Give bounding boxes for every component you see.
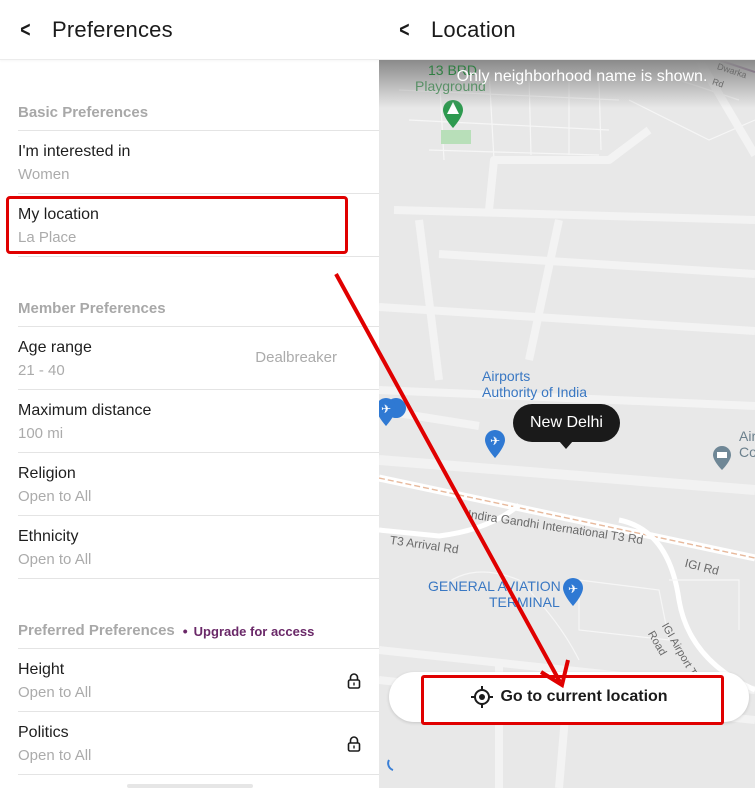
crosshair-icon <box>471 686 494 708</box>
row-value: Open to All <box>18 684 92 701</box>
pref-row-religion[interactable]: Religion Open to All <box>18 453 379 516</box>
svg-text:✈: ✈ <box>490 434 500 448</box>
row-label: Religion <box>18 465 76 482</box>
row-value: Women <box>18 166 70 183</box>
scroll-indicator[interactable] <box>127 784 253 788</box>
pref-row-height[interactable]: Height Open to All <box>18 649 379 712</box>
preferences-header: < Preferences <box>0 0 379 60</box>
row-value: Open to All <box>18 747 92 764</box>
map-label-gat-2: TERMINAL <box>489 594 560 610</box>
section-header-member: Member Preferences <box>18 257 379 327</box>
page-title: Location <box>431 16 516 42</box>
pref-row-max-distance[interactable]: Maximum distance 100 mi <box>18 390 379 453</box>
row-label: Maximum distance <box>18 402 152 419</box>
row-label: I'm interested in <box>18 143 131 160</box>
row-label: Politics <box>18 724 69 741</box>
svg-text:✈: ✈ <box>568 582 578 596</box>
pref-row-politics[interactable]: Politics Open to All <box>18 712 379 775</box>
section-header-basic: Basic Preferences <box>18 60 379 131</box>
annotation-highlight-my-location <box>6 196 348 254</box>
map-label-air-c: Air <box>739 428 755 444</box>
preferences-list: Basic Preferences I'm interested in Wome… <box>0 60 379 775</box>
row-value: Open to All <box>18 551 92 568</box>
svg-text:✈: ✈ <box>381 402 391 416</box>
dealbreaker-toggle-label[interactable]: Dealbreaker <box>255 349 337 366</box>
lock-icon <box>347 673 361 689</box>
row-label: Ethnicity <box>18 528 79 545</box>
museum-pin-icon[interactable] <box>713 446 731 470</box>
back-chevron-icon[interactable]: < <box>20 18 38 41</box>
current-location-label: Go to current location <box>500 688 668 705</box>
pref-row-age-range[interactable]: Age range 21 - 40 Dealbreaker <box>18 327 379 390</box>
pref-row-interested-in[interactable]: I'm interested in Women <box>18 131 379 194</box>
row-value: Open to All <box>18 488 92 505</box>
location-header: < Location <box>379 0 755 60</box>
map-privacy-notice: Only neighborhood name is shown. <box>456 68 708 85</box>
map-label-aai: Airports <box>482 368 531 384</box>
map-label-air-c-2: Co <box>739 444 755 460</box>
airport-pin-icon[interactable]: ✈ <box>379 398 406 426</box>
lock-icon <box>347 736 361 752</box>
map-label-gat: GENERAL AVIATION <box>428 578 561 594</box>
pref-row-ethnicity[interactable]: Ethnicity Open to All <box>18 516 379 579</box>
separator-dot: • <box>182 623 188 639</box>
row-label: Height <box>18 661 65 678</box>
map-label-aai-2: Authority of India <box>482 384 588 400</box>
location-screen: < Location ✈ ✈ ✈ 13 BRD Playground Only … <box>379 0 755 788</box>
section-header-preferred: Preferred Preferences • Upgrade for acce… <box>18 579 379 649</box>
upgrade-link[interactable]: Upgrade for access <box>194 624 315 639</box>
row-value: 100 mi <box>18 425 64 442</box>
back-chevron-icon[interactable]: < <box>399 18 417 41</box>
section-header-text: Preferred Preferences <box>18 622 175 639</box>
location-pin-tooltip[interactable]: New Delhi <box>513 404 620 449</box>
go-to-current-location-button[interactable]: Go to current location <box>389 672 749 722</box>
airport-pin-icon[interactable]: ✈ <box>485 430 505 458</box>
airport-pin-icon[interactable]: ✈ <box>563 578 583 606</box>
preferences-screen: < Preferences Basic Preferences I'm inte… <box>0 0 379 788</box>
page-title: Preferences <box>52 16 173 42</box>
